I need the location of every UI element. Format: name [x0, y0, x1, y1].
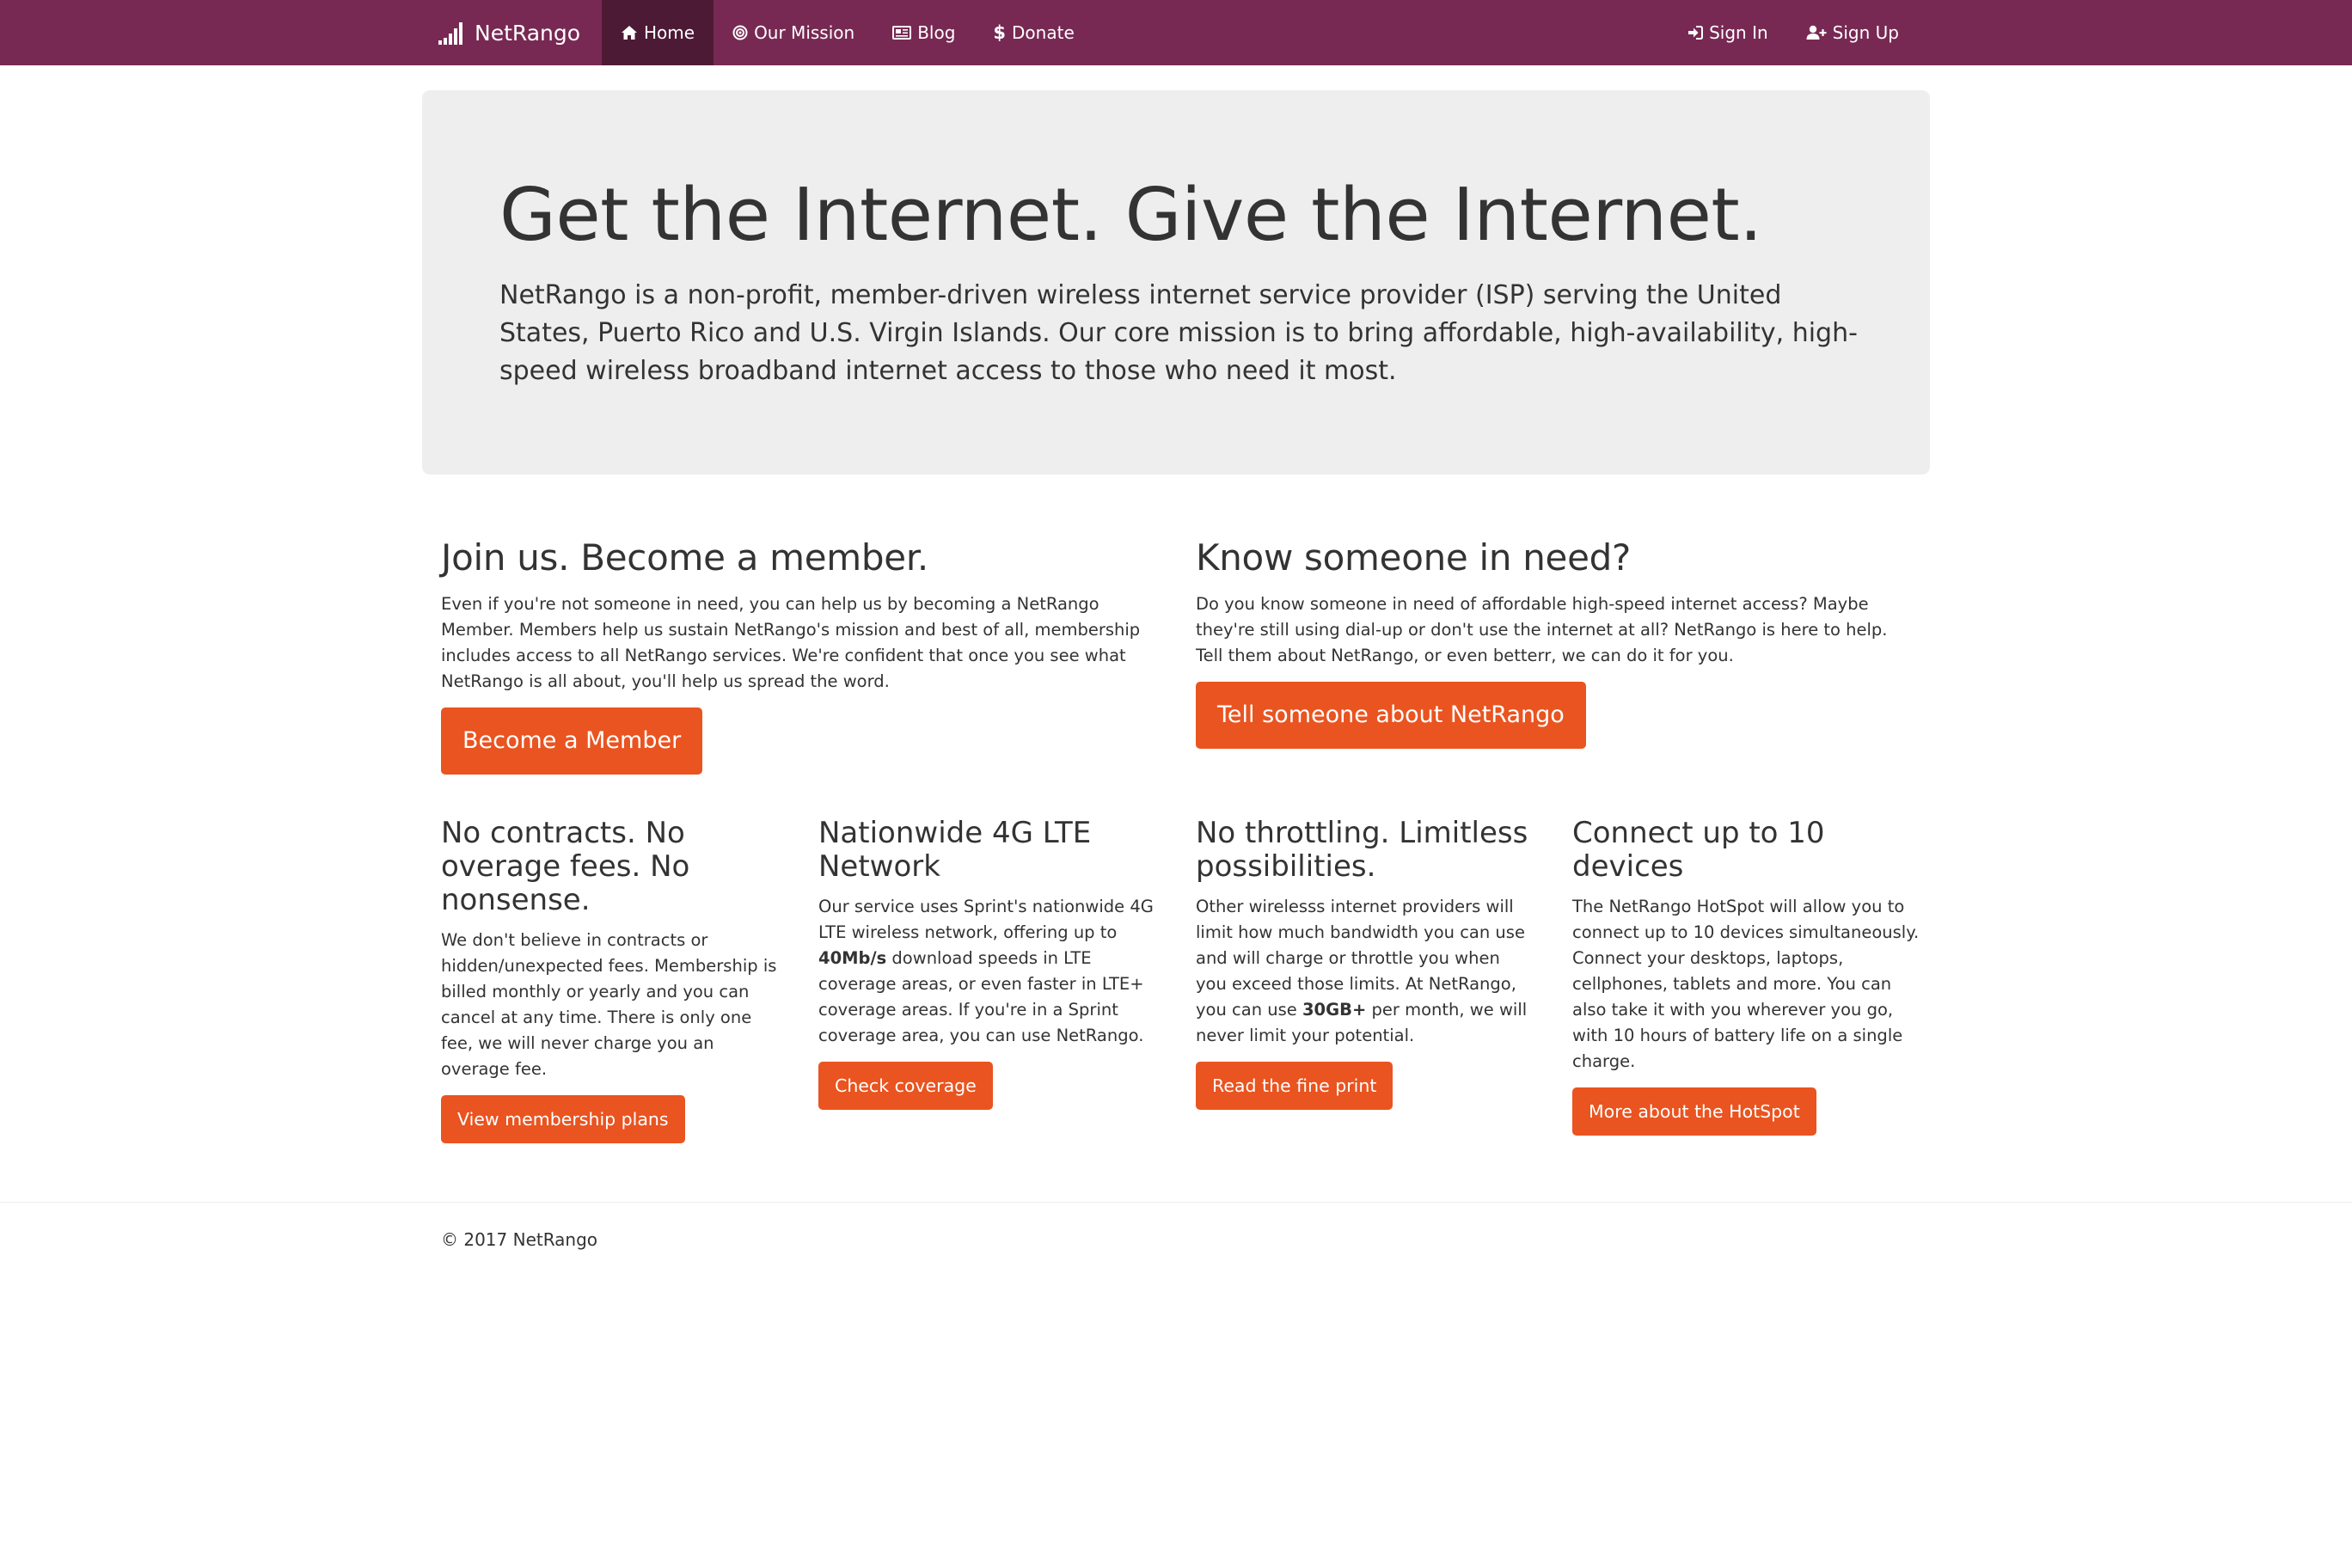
- feature-text-before: Our service uses Sprint's nationwide 4G …: [818, 897, 1154, 942]
- view-membership-plans-button[interactable]: View membership plans: [441, 1095, 685, 1143]
- member-heading: Join us. Become a member.: [441, 536, 928, 579]
- footer-divider: [0, 1202, 2352, 1203]
- brand-link[interactable]: NetRango: [438, 0, 580, 65]
- sign-in-icon: [1687, 26, 1704, 40]
- nav-sign-up[interactable]: Sign Up: [1787, 0, 1918, 65]
- nav-sign-in[interactable]: Sign In: [1669, 0, 1787, 65]
- jumbotron: Get the Internet. Give the Internet. Net…: [422, 90, 1930, 475]
- feature-heading: Connect up to 10 devices: [1572, 816, 1825, 884]
- nav-home-label: Home: [644, 22, 695, 43]
- nav-right: Sign In Sign Up: [1669, 0, 1918, 65]
- nav-donate[interactable]: $ Donate: [974, 0, 1093, 65]
- signal-bars-icon: [438, 21, 468, 45]
- feature-ten-devices: Connect up to 10 devices The NetRango Ho…: [1572, 817, 1920, 1136]
- feature-text: The NetRango HotSpot will allow you to c…: [1572, 897, 1920, 1071]
- member-text: Even if you're not someone in need, you …: [441, 594, 1141, 692]
- feature-no-throttling: No throttling. Limitless possibilities. …: [1196, 817, 1535, 1110]
- feature-heading: Nationwide 4G LTE Network: [818, 816, 1092, 884]
- nav-blog[interactable]: Blog: [873, 0, 974, 65]
- footer-copyright: © 2017 NetRango: [441, 1229, 598, 1250]
- need-text: Do you know someone in need of affordabl…: [1196, 594, 1888, 666]
- nav-sign-in-label: Sign In: [1709, 22, 1768, 43]
- home-icon: [621, 25, 638, 40]
- feature-text-bold: 40Mb/s: [818, 948, 887, 968]
- feature-no-contracts: No contracts. No overage fees. No nonsen…: [441, 817, 781, 1143]
- read-fine-print-button[interactable]: Read the fine print: [1196, 1062, 1393, 1110]
- nav-left: Home Our Mission Blog $ Donate: [602, 0, 1093, 65]
- nav-blog-label: Blog: [917, 22, 956, 43]
- feature-heading: No contracts. No overage fees. No nonsen…: [441, 816, 690, 917]
- become-member-button[interactable]: Become a Member: [441, 707, 703, 775]
- user-plus-icon: [1806, 25, 1827, 40]
- check-coverage-button[interactable]: Check coverage: [818, 1062, 993, 1110]
- nav-home[interactable]: Home: [602, 0, 714, 65]
- navbar: NetRango Home Our Mission Blog $ Donate: [0, 0, 2352, 65]
- target-icon: [732, 25, 748, 40]
- feature-heading: No throttling. Limitless possibilities.: [1196, 816, 1528, 884]
- feature-text: Our service uses Sprint's nationwide 4G …: [818, 894, 1158, 1049]
- feature-text: Other wirelesss internet providers will …: [1196, 894, 1535, 1049]
- feature-text: We don't believe in contracts or hidden/…: [441, 930, 777, 1079]
- dollar-icon: $: [993, 22, 1007, 43]
- feature-nationwide-lte: Nationwide 4G LTE Network Our service us…: [818, 817, 1158, 1110]
- brand-name: NetRango: [475, 20, 581, 46]
- nav-donate-label: Donate: [1012, 22, 1075, 43]
- nav-sign-up-label: Sign Up: [1832, 22, 1899, 43]
- newspaper-icon: [892, 26, 912, 40]
- tell-someone-button[interactable]: Tell someone about NetRango: [1196, 682, 1586, 750]
- need-section: Know someone in need? Do you know someon…: [1196, 536, 1918, 750]
- nav-our-mission-label: Our Mission: [754, 22, 855, 43]
- jumbotron-heading: Get the Internet. Give the Internet.: [499, 173, 1762, 258]
- feature-text-bold: 30GB+: [1302, 1000, 1367, 1020]
- member-section: Join us. Become a member. Even if you're…: [441, 536, 1163, 775]
- more-about-hotspot-button[interactable]: More about the HotSpot: [1572, 1087, 1816, 1136]
- need-heading: Know someone in need?: [1196, 536, 1631, 579]
- nav-our-mission[interactable]: Our Mission: [714, 0, 873, 65]
- jumbotron-text: NetRango is a non-profit, member-driven …: [499, 280, 1858, 386]
